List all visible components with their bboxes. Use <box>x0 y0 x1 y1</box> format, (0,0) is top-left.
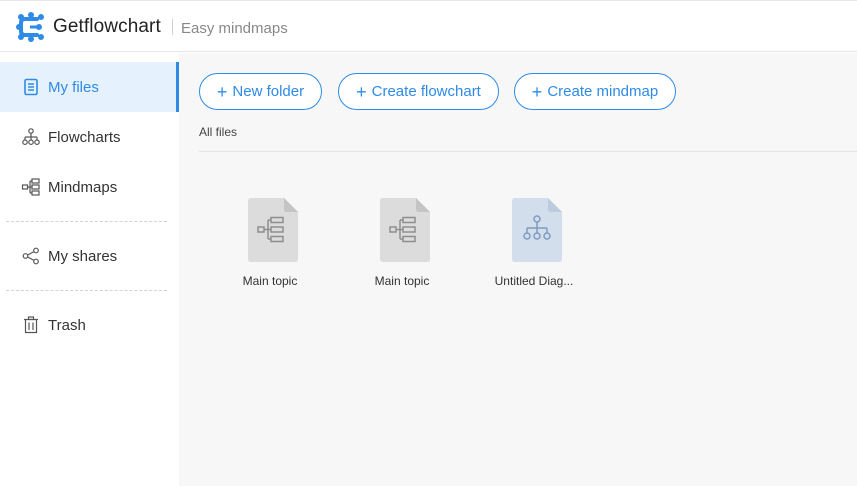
trash-icon <box>21 315 41 335</box>
sidebar-divider <box>6 290 167 291</box>
new-folder-button[interactable]: + New folder <box>199 73 322 110</box>
sidebar-item-flowcharts[interactable]: Flowcharts <box>0 112 179 162</box>
plus-icon: + <box>531 81 543 102</box>
sidebar-item-label: My shares <box>48 247 118 265</box>
file-name: Main topic <box>374 274 430 288</box>
sidebar-item-label: Mindmaps <box>48 178 118 196</box>
sidebar-item-label: My files <box>48 78 99 96</box>
sidebar-divider <box>6 221 167 222</box>
sidebar-item-my-shares[interactable]: My shares <box>0 231 179 281</box>
org-chart-icon <box>21 127 41 147</box>
mindmap-file-icon <box>380 198 430 262</box>
create-flowchart-button[interactable]: + Create flowchart <box>338 73 499 110</box>
brand-name[interactable]: Getflowchart <box>53 16 161 38</box>
plus-icon: + <box>356 81 367 102</box>
file-item[interactable]: Main topic <box>347 198 457 298</box>
sidebar-item-trash[interactable]: Trash <box>0 300 179 350</box>
create-mindmap-label: Create mindmap <box>547 83 659 100</box>
file-name: Main topic <box>242 274 298 288</box>
sidebar: My files Flowcharts Mindmaps My shares T… <box>0 53 179 486</box>
mindmap-icon <box>21 177 41 197</box>
new-folder-label: New folder <box>232 83 305 100</box>
sidebar-item-mindmaps[interactable]: Mindmaps <box>0 162 179 212</box>
header-divider <box>172 19 173 35</box>
file-item[interactable]: Main topic <box>215 198 325 298</box>
main-content: + New folder + Create flowchart + Create… <box>179 53 857 486</box>
sidebar-item-label: Flowcharts <box>48 128 121 146</box>
app-header: Getflowchart Easy mindmaps <box>0 0 857 52</box>
breadcrumb-divider <box>199 151 857 152</box>
share-icon <box>21 246 41 266</box>
file-item[interactable]: Untitled Diag... <box>479 198 589 298</box>
create-mindmap-button[interactable]: + Create mindmap <box>514 73 676 110</box>
sidebar-item-label: Trash <box>48 316 86 334</box>
file-list-icon <box>21 77 41 97</box>
create-flowchart-label: Create flowchart <box>371 83 481 100</box>
flowchart-file-icon <box>512 198 562 262</box>
sidebar-item-my-files[interactable]: My files <box>0 62 179 112</box>
tagline: Easy mindmaps <box>181 20 288 37</box>
mindmap-file-icon <box>248 198 298 262</box>
breadcrumb[interactable]: All files <box>199 125 237 139</box>
file-name: Untitled Diag... <box>494 274 574 288</box>
plus-icon: + <box>216 81 228 102</box>
getflowchart-logo-icon[interactable] <box>15 11 47 43</box>
